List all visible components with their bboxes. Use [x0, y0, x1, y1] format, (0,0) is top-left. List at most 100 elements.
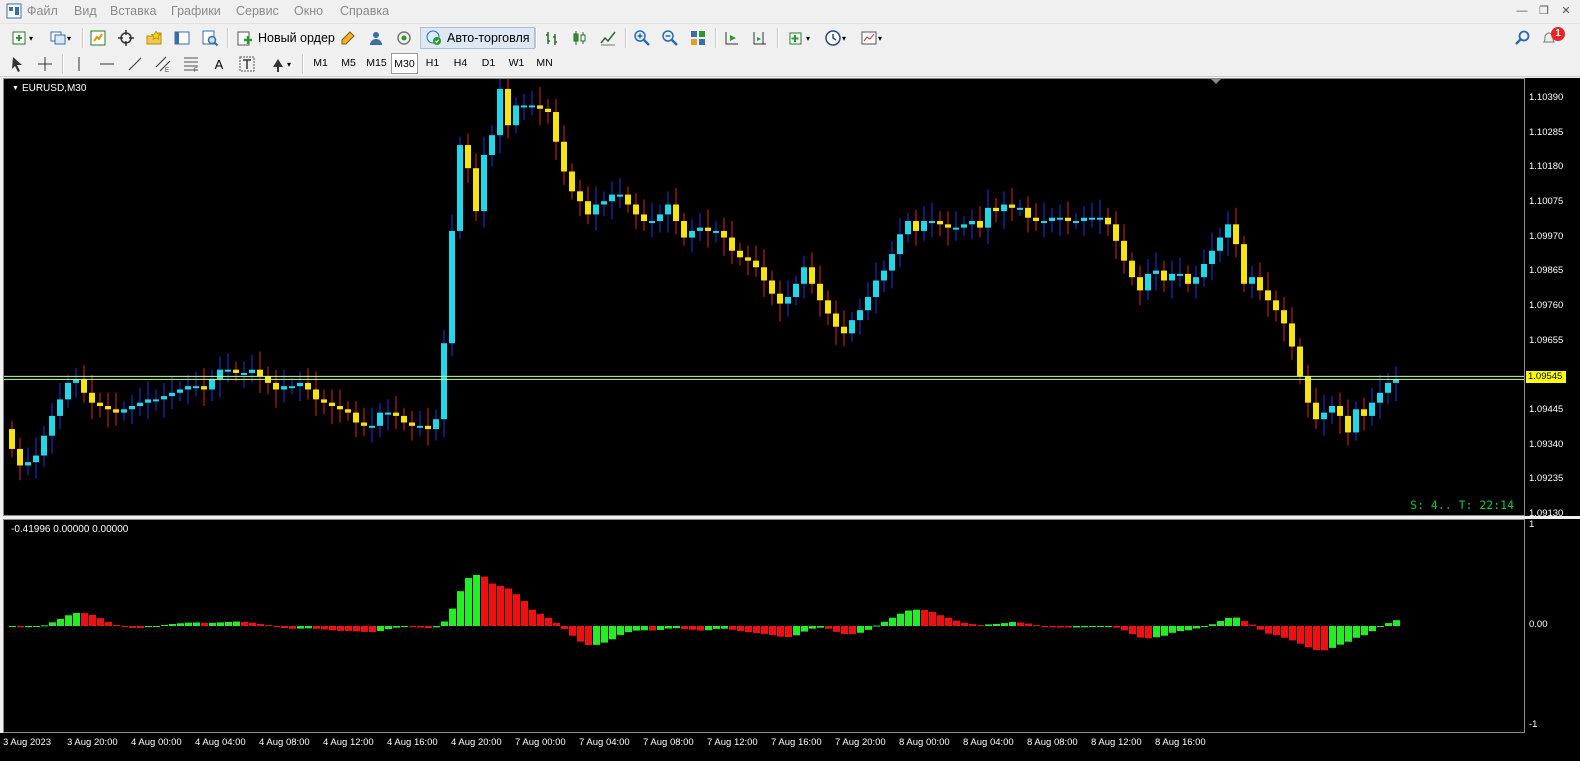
histogram-bar [209, 622, 216, 626]
chart-shift-marker-icon[interactable] [1211, 79, 1221, 84]
text-icon[interactable]: A [208, 53, 230, 75]
price-tick-label: 1.10180 [1529, 161, 1564, 173]
menu-view[interactable]: Вид [74, 4, 97, 18]
menu-tools[interactable]: Сервис [236, 4, 279, 18]
crosshair-icon[interactable] [34, 53, 56, 75]
timeframe-h4[interactable]: H4 [447, 53, 474, 74]
timeframe-mn[interactable]: MN [531, 53, 558, 74]
indicator-values: -0.41996 0.00000 0.00000 [11, 524, 129, 535]
new-chart-icon[interactable]: ▾ [6, 27, 38, 49]
menu-insert[interactable]: Вставка [110, 4, 156, 18]
candle [297, 371, 303, 402]
candle [233, 361, 239, 382]
histogram-bar [1225, 617, 1232, 626]
candle [1329, 396, 1335, 425]
histogram-bar [201, 622, 208, 626]
minimize-icon[interactable]: — [1514, 3, 1530, 19]
candlesticks-icon[interactable] [569, 27, 591, 49]
candle [9, 420, 15, 458]
candle [337, 389, 343, 423]
indicators-icon[interactable]: ▾ [783, 27, 815, 49]
data-window-icon[interactable] [115, 27, 137, 49]
price-chart[interactable]: ▼ EURUSD,M30 S: 4.. T: 22:14 [3, 78, 1525, 516]
notification-badge[interactable]: 1 [1551, 27, 1565, 41]
candle [633, 192, 639, 230]
timeframe-m15[interactable]: M15 [363, 53, 390, 74]
candle [1001, 191, 1007, 230]
menu-window[interactable]: Окно [294, 4, 323, 18]
histogram-bar [1065, 626, 1072, 628]
cursor-icon[interactable] [6, 53, 28, 75]
candle [1257, 262, 1263, 301]
zoom-in-icon[interactable] [631, 27, 653, 49]
periods-icon[interactable]: ▾ [819, 27, 851, 49]
zoom-out-icon[interactable] [659, 27, 681, 49]
timeframe-w1[interactable]: W1 [503, 53, 530, 74]
terminal-icon[interactable] [171, 27, 193, 49]
restore-icon[interactable]: ❐ [1536, 3, 1552, 19]
chart-symbol-title: ▼ EURUSD,M30 [12, 83, 86, 94]
templates-icon[interactable]: ▾ [855, 27, 887, 49]
tile-windows-icon[interactable] [687, 27, 709, 49]
time-tick-label: 3 Aug 20:00 [67, 737, 118, 748]
candle [521, 93, 527, 121]
candle [1121, 224, 1127, 274]
candle [1177, 257, 1183, 288]
candle [529, 90, 535, 116]
histogram-bar [753, 626, 760, 634]
search-icon[interactable] [1512, 27, 1534, 49]
menu-help[interactable]: Справка [340, 4, 389, 18]
new-order-button[interactable]: Новый ордер [232, 27, 339, 49]
histogram-bar [217, 622, 224, 626]
auto-scroll-icon[interactable] [721, 27, 743, 49]
histogram-bar [809, 626, 816, 629]
histogram-bar [345, 626, 352, 631]
histogram-bar [465, 578, 472, 626]
histogram-bar [97, 618, 104, 626]
menu-file[interactable]: Файл [27, 4, 58, 18]
market-watch-icon[interactable] [87, 27, 109, 49]
bar-chart-icon[interactable] [541, 27, 563, 49]
histogram-bar [985, 624, 992, 626]
collapse-arrow-icon[interactable]: ▼ [12, 85, 19, 92]
histogram-bar [905, 610, 912, 626]
current-price-tag: 1.09545 [1526, 370, 1566, 383]
vertical-line-icon[interactable] [68, 53, 90, 75]
histogram-bar [1313, 626, 1320, 650]
histogram-bar [17, 626, 24, 628]
metaeditor-icon[interactable] [337, 27, 359, 49]
text-label-icon[interactable] [236, 53, 258, 75]
histogram-bar [409, 626, 416, 628]
indicator-window[interactable]: -0.41996 0.00000 0.00000 [3, 519, 1525, 733]
candle [1345, 399, 1351, 446]
close-icon[interactable]: ✕ [1558, 3, 1574, 19]
timeframe-h1[interactable]: H1 [419, 53, 446, 74]
arrows-icon[interactable]: ▾ [264, 53, 296, 75]
equidistant-channel-icon[interactable]: E [152, 53, 174, 75]
signals-icon[interactable] [365, 27, 387, 49]
candle [425, 407, 431, 446]
timeframe-m30[interactable]: M30 [391, 53, 418, 74]
candle [409, 410, 415, 441]
menu-charts[interactable]: Графики [171, 4, 221, 18]
strategy-tester-icon[interactable] [199, 27, 221, 49]
timeframe-m1[interactable]: M1 [307, 53, 334, 74]
histogram-bar [41, 625, 48, 627]
market-icon[interactable] [393, 27, 415, 49]
candle [1233, 207, 1239, 258]
trendline-icon[interactable] [124, 53, 146, 75]
fibonacci-icon[interactable]: F [180, 53, 202, 75]
chart-shift-icon[interactable] [749, 27, 771, 49]
histogram-bar [1137, 626, 1144, 638]
line-chart-icon[interactable] [597, 27, 619, 49]
candle [1265, 272, 1271, 317]
timeframe-d1[interactable]: D1 [475, 53, 502, 74]
histogram-bar [969, 624, 976, 626]
candle [153, 389, 159, 411]
profiles-icon[interactable]: ▾ [44, 27, 76, 49]
horizontal-line-icon[interactable] [96, 53, 118, 75]
candle [513, 97, 519, 134]
navigator-icon[interactable] [143, 27, 165, 49]
auto-trading-button[interactable]: Авто-торговля [420, 27, 535, 49]
timeframe-m5[interactable]: M5 [335, 53, 362, 74]
